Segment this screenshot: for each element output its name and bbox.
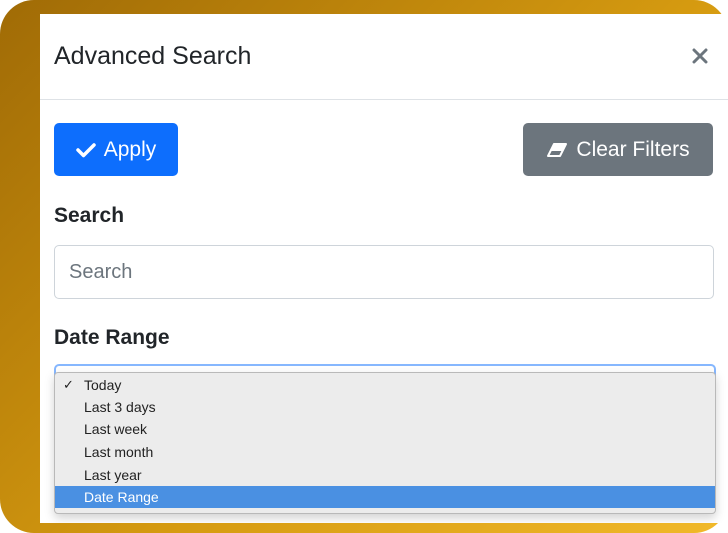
option-last-month[interactable]: Last month — [55, 441, 715, 463]
modal-header: Advanced Search — [40, 14, 728, 100]
option-label: Last week — [84, 421, 148, 437]
apply-label: Apply — [103, 137, 157, 161]
option-last-week[interactable]: Last week — [55, 418, 715, 440]
advanced-search-modal: Advanced Search Apply Clear Filters Sear… — [40, 14, 728, 523]
close-icon — [692, 48, 708, 64]
option-label: Date Range — [84, 489, 159, 505]
eraser-icon — [547, 142, 568, 157]
option-label: Today — [84, 377, 122, 393]
modal-title: Advanced Search — [54, 42, 252, 70]
apply-button[interactable]: Apply — [54, 123, 178, 176]
option-date-range[interactable]: Date Range — [55, 486, 715, 508]
option-today[interactable]: ✓ Today — [55, 374, 715, 396]
search-input[interactable] — [54, 245, 714, 299]
close-button[interactable] — [680, 36, 720, 76]
clear-filters-button[interactable]: Clear Filters — [523, 123, 713, 176]
search-label: Search — [54, 204, 125, 227]
date-range-dropdown: ✓ Today Last 3 days Last week Last month… — [54, 372, 716, 514]
option-label: Last month — [84, 444, 154, 460]
check-icon — [75, 142, 96, 157]
option-label: Last year — [84, 467, 142, 483]
date-range-label: Date Range — [54, 326, 170, 349]
option-last-3-days[interactable]: Last 3 days — [55, 396, 715, 418]
option-label: Last 3 days — [84, 399, 156, 415]
option-last-year[interactable]: Last year — [55, 464, 715, 486]
checkmark-icon: ✓ — [63, 377, 74, 392]
clear-filters-label: Clear Filters — [576, 137, 690, 161]
